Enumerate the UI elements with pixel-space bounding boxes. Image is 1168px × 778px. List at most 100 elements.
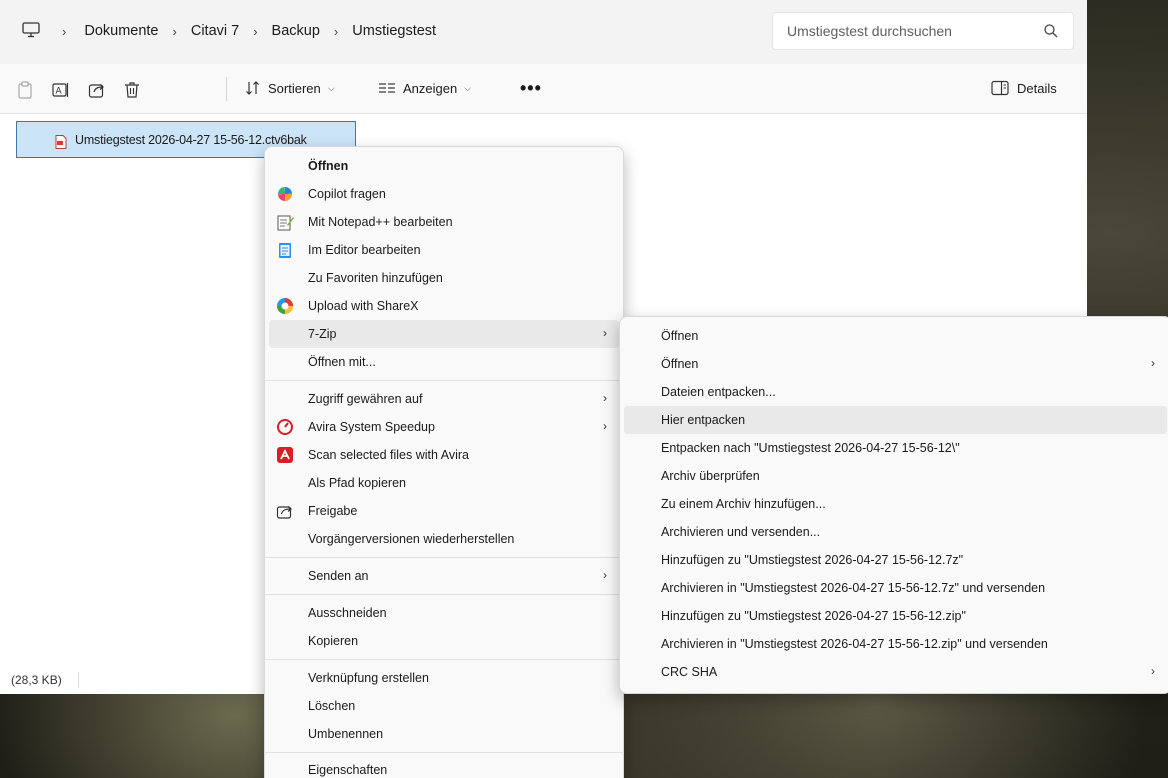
menu-item-copy-path[interactable]: Als Pfad kopieren <box>269 469 619 497</box>
chevron-right-icon[interactable]: › <box>253 24 257 39</box>
menu-item-grant-access[interactable]: Zugriff gewähren auf › <box>269 385 619 413</box>
search-icon[interactable] <box>1043 23 1059 39</box>
menu-item-label: Hinzufügen zu "Umstiegstest 2026-04-27 1… <box>661 609 966 623</box>
chevron-down-icon: ⌵ <box>464 82 472 93</box>
zip-item-open-sub[interactable]: Öffnen › <box>624 350 1167 378</box>
menu-item-label: Archivieren und versenden... <box>661 525 821 539</box>
zip-item-extract-here[interactable]: Hier entpacken <box>624 406 1167 434</box>
avira-icon <box>277 447 293 463</box>
menu-item-label: Vorgängerversionen wiederherstellen <box>308 532 515 546</box>
view-label: Anzeigen <box>403 80 458 96</box>
menu-item-label: Mit Notepad++ bearbeiten <box>308 215 453 229</box>
menu-item-notepad-plus-plus[interactable]: Mit Notepad++ bearbeiten <box>269 208 619 236</box>
menu-item-send-to[interactable]: Senden an › <box>269 562 619 590</box>
breadcrumb-citavi[interactable]: Citavi 7 <box>191 23 239 39</box>
zip-item-add-7z[interactable]: Hinzufügen zu "Umstiegstest 2026-04-27 1… <box>624 546 1167 574</box>
breadcrumb-umstiegstest[interactable]: Umstiegstest <box>352 23 436 39</box>
command-bar: A Sortieren ⌵ Anzeigen ⌵ ••• Details <box>0 64 1087 114</box>
menu-item-avira-scan[interactable]: Scan selected files with Avira <box>269 441 619 469</box>
svg-text:A: A <box>56 87 63 97</box>
menu-item-sharex[interactable]: Upload with ShareX <box>269 292 619 320</box>
menu-item-label: Öffnen <box>308 159 349 173</box>
menu-item-label: Hinzufügen zu "Umstiegstest 2026-04-27 1… <box>661 553 964 567</box>
menu-item-previous-versions[interactable]: Vorgängerversionen wiederherstellen <box>269 525 619 553</box>
paste-icon[interactable] <box>16 81 34 99</box>
menu-item-share[interactable]: Freigabe <box>269 497 619 525</box>
chevron-right-icon[interactable]: › <box>334 24 338 39</box>
rename-icon[interactable]: A <box>52 81 70 99</box>
menu-separator <box>265 380 623 381</box>
chevron-down-icon: ⌵ <box>327 82 335 93</box>
menu-item-label: Copilot fragen <box>308 187 386 201</box>
breadcrumb: › Dokumente › Citavi 7 › Backup › Umstie… <box>58 20 436 42</box>
menu-item-cut[interactable]: Ausschneiden <box>269 599 619 627</box>
menu-item-label: Hier entpacken <box>661 413 746 427</box>
zip-item-add-zip[interactable]: Hinzufügen zu "Umstiegstest 2026-04-27 1… <box>624 602 1167 630</box>
menu-item-label: Öffnen mit... <box>308 355 376 369</box>
view-button[interactable]: Anzeigen ⌵ <box>378 80 471 96</box>
details-pane-icon <box>991 80 1009 96</box>
search-input[interactable]: Umstiegstest durchsuchen <box>787 23 952 39</box>
menu-item-delete[interactable]: Löschen <box>269 692 619 720</box>
menu-item-properties[interactable]: Eigenschaften <box>269 756 619 778</box>
delete-icon[interactable] <box>123 81 141 99</box>
zip-item-test-archive[interactable]: Archiv überprüfen <box>624 462 1167 490</box>
menu-separator <box>265 659 623 660</box>
file-icon <box>55 135 67 149</box>
chevron-right-icon: › <box>603 391 607 405</box>
zip-item-zip-email[interactable]: Archivieren in "Umstiegstest 2026-04-27 … <box>624 630 1167 658</box>
menu-item-label: Zu einem Archiv hinzufügen... <box>661 497 826 511</box>
zip-item-7z-email[interactable]: Archivieren in "Umstiegstest 2026-04-27 … <box>624 574 1167 602</box>
chevron-right-icon: › <box>603 326 607 340</box>
menu-item-7zip[interactable]: 7-Zip › <box>269 320 619 348</box>
this-pc-icon[interactable] <box>22 22 40 38</box>
zip-item-compress-email[interactable]: Archivieren und versenden... <box>624 518 1167 546</box>
menu-item-label: Ausschneiden <box>308 606 387 620</box>
zip-item-add-to-archive[interactable]: Zu einem Archiv hinzufügen... <box>624 490 1167 518</box>
menu-item-label: Entpacken nach "Umstiegstest 2026-04-27 … <box>661 441 960 455</box>
share-icon <box>276 506 292 519</box>
context-menu: Öffnen Copilot fragen Mit Notepad++ bear… <box>264 146 624 778</box>
chevron-right-icon[interactable]: › <box>173 24 177 39</box>
copilot-icon <box>278 187 292 201</box>
menu-separator <box>265 594 623 595</box>
menu-item-label: Zugriff gewähren auf <box>308 392 423 406</box>
view-icon <box>379 83 395 93</box>
zip-item-open[interactable]: Öffnen <box>624 322 1167 350</box>
menu-item-label: Zu Favoriten hinzufügen <box>308 271 443 285</box>
file-name: Umstiegstest 2026-04-27 15-56-12.ctv6bak <box>75 133 307 147</box>
menu-item-copy[interactable]: Kopieren <box>269 627 619 655</box>
sort-button[interactable]: Sortieren ⌵ <box>245 80 335 96</box>
zip-item-extract-to[interactable]: Entpacken nach "Umstiegstest 2026-04-27 … <box>624 434 1167 462</box>
toolbar-divider <box>226 77 227 101</box>
menu-item-avira-speedup[interactable]: Avira System Speedup › <box>269 413 619 441</box>
menu-item-label: Archivieren in "Umstiegstest 2026-04-27 … <box>661 637 1048 651</box>
menu-item-open[interactable]: Öffnen <box>269 152 619 180</box>
menu-item-open-with[interactable]: Öffnen mit... <box>269 348 619 376</box>
menu-item-copilot[interactable]: Copilot fragen <box>269 180 619 208</box>
search-box[interactable]: Umstiegstest durchsuchen <box>772 12 1074 50</box>
share-icon[interactable] <box>88 81 106 99</box>
breadcrumb-backup[interactable]: Backup <box>272 23 320 39</box>
menu-item-label: Archiv überprüfen <box>661 469 760 483</box>
menu-item-label: Dateien entpacken... <box>661 385 776 399</box>
sort-icon <box>246 81 259 95</box>
zip-item-extract-files[interactable]: Dateien entpacken... <box>624 378 1167 406</box>
menu-item-label: Senden an <box>308 569 369 583</box>
notepad-icon <box>279 243 291 258</box>
zip-item-crc-sha[interactable]: CRC SHA › <box>624 658 1167 686</box>
menu-item-label: Löschen <box>308 699 356 713</box>
menu-item-rename[interactable]: Umbenennen <box>269 720 619 748</box>
menu-item-label: CRC SHA <box>661 665 718 679</box>
chevron-right-icon: › <box>603 419 607 433</box>
menu-item-editor[interactable]: Im Editor bearbeiten <box>269 236 619 264</box>
7zip-submenu: Öffnen Öffnen › Dateien entpacken... Hie… <box>619 316 1168 694</box>
sharex-icon <box>277 298 293 314</box>
details-pane-button[interactable]: Details <box>991 80 1057 96</box>
menu-item-add-favorites[interactable]: Zu Favoriten hinzufügen <box>269 264 619 292</box>
menu-item-create-shortcut[interactable]: Verknüpfung erstellen <box>269 664 619 692</box>
menu-separator <box>265 752 623 753</box>
chevron-right-icon[interactable]: › <box>62 24 66 39</box>
more-options-button[interactable]: ••• <box>520 78 542 99</box>
breadcrumb-dokumente[interactable]: Dokumente <box>84 23 158 39</box>
